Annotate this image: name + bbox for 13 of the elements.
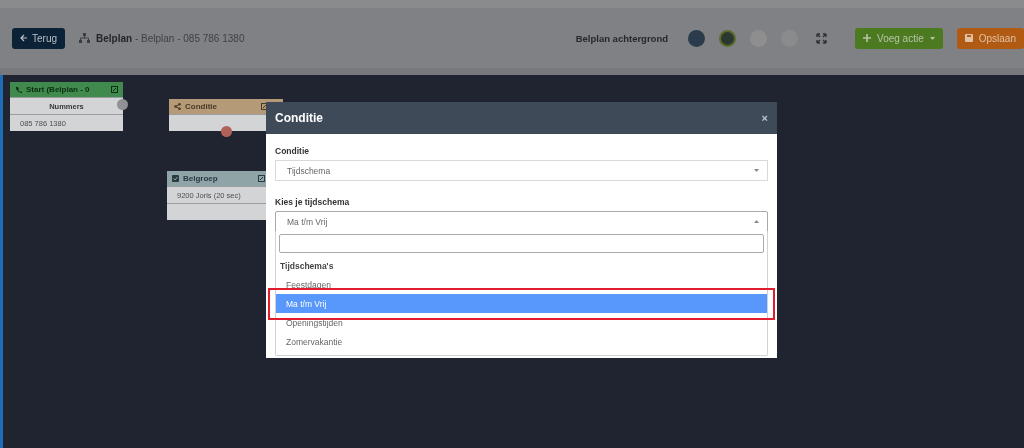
node-title: Belgroep (183, 174, 219, 183)
dropdown-option[interactable]: Openingstijden (276, 313, 767, 332)
back-button[interactable]: Terug (12, 27, 65, 49)
page-title: Belplan - Belplan - 085 786 1380 (96, 32, 245, 44)
node-title: Conditie (185, 102, 218, 111)
option-group-label: Tijdschema's (279, 260, 335, 273)
dropdown-option[interactable]: Zomervakantie (276, 332, 767, 351)
node-title: Start (Belplan - 0 (26, 85, 91, 94)
select-field[interactable]: Tijdschema (275, 160, 768, 181)
dropdown-option[interactable]: Feestdagen (276, 275, 767, 294)
close-button[interactable]: × (761, 112, 768, 124)
background-label: Belplan achtergrond (575, 32, 669, 44)
field-label: Conditie (275, 146, 309, 156)
